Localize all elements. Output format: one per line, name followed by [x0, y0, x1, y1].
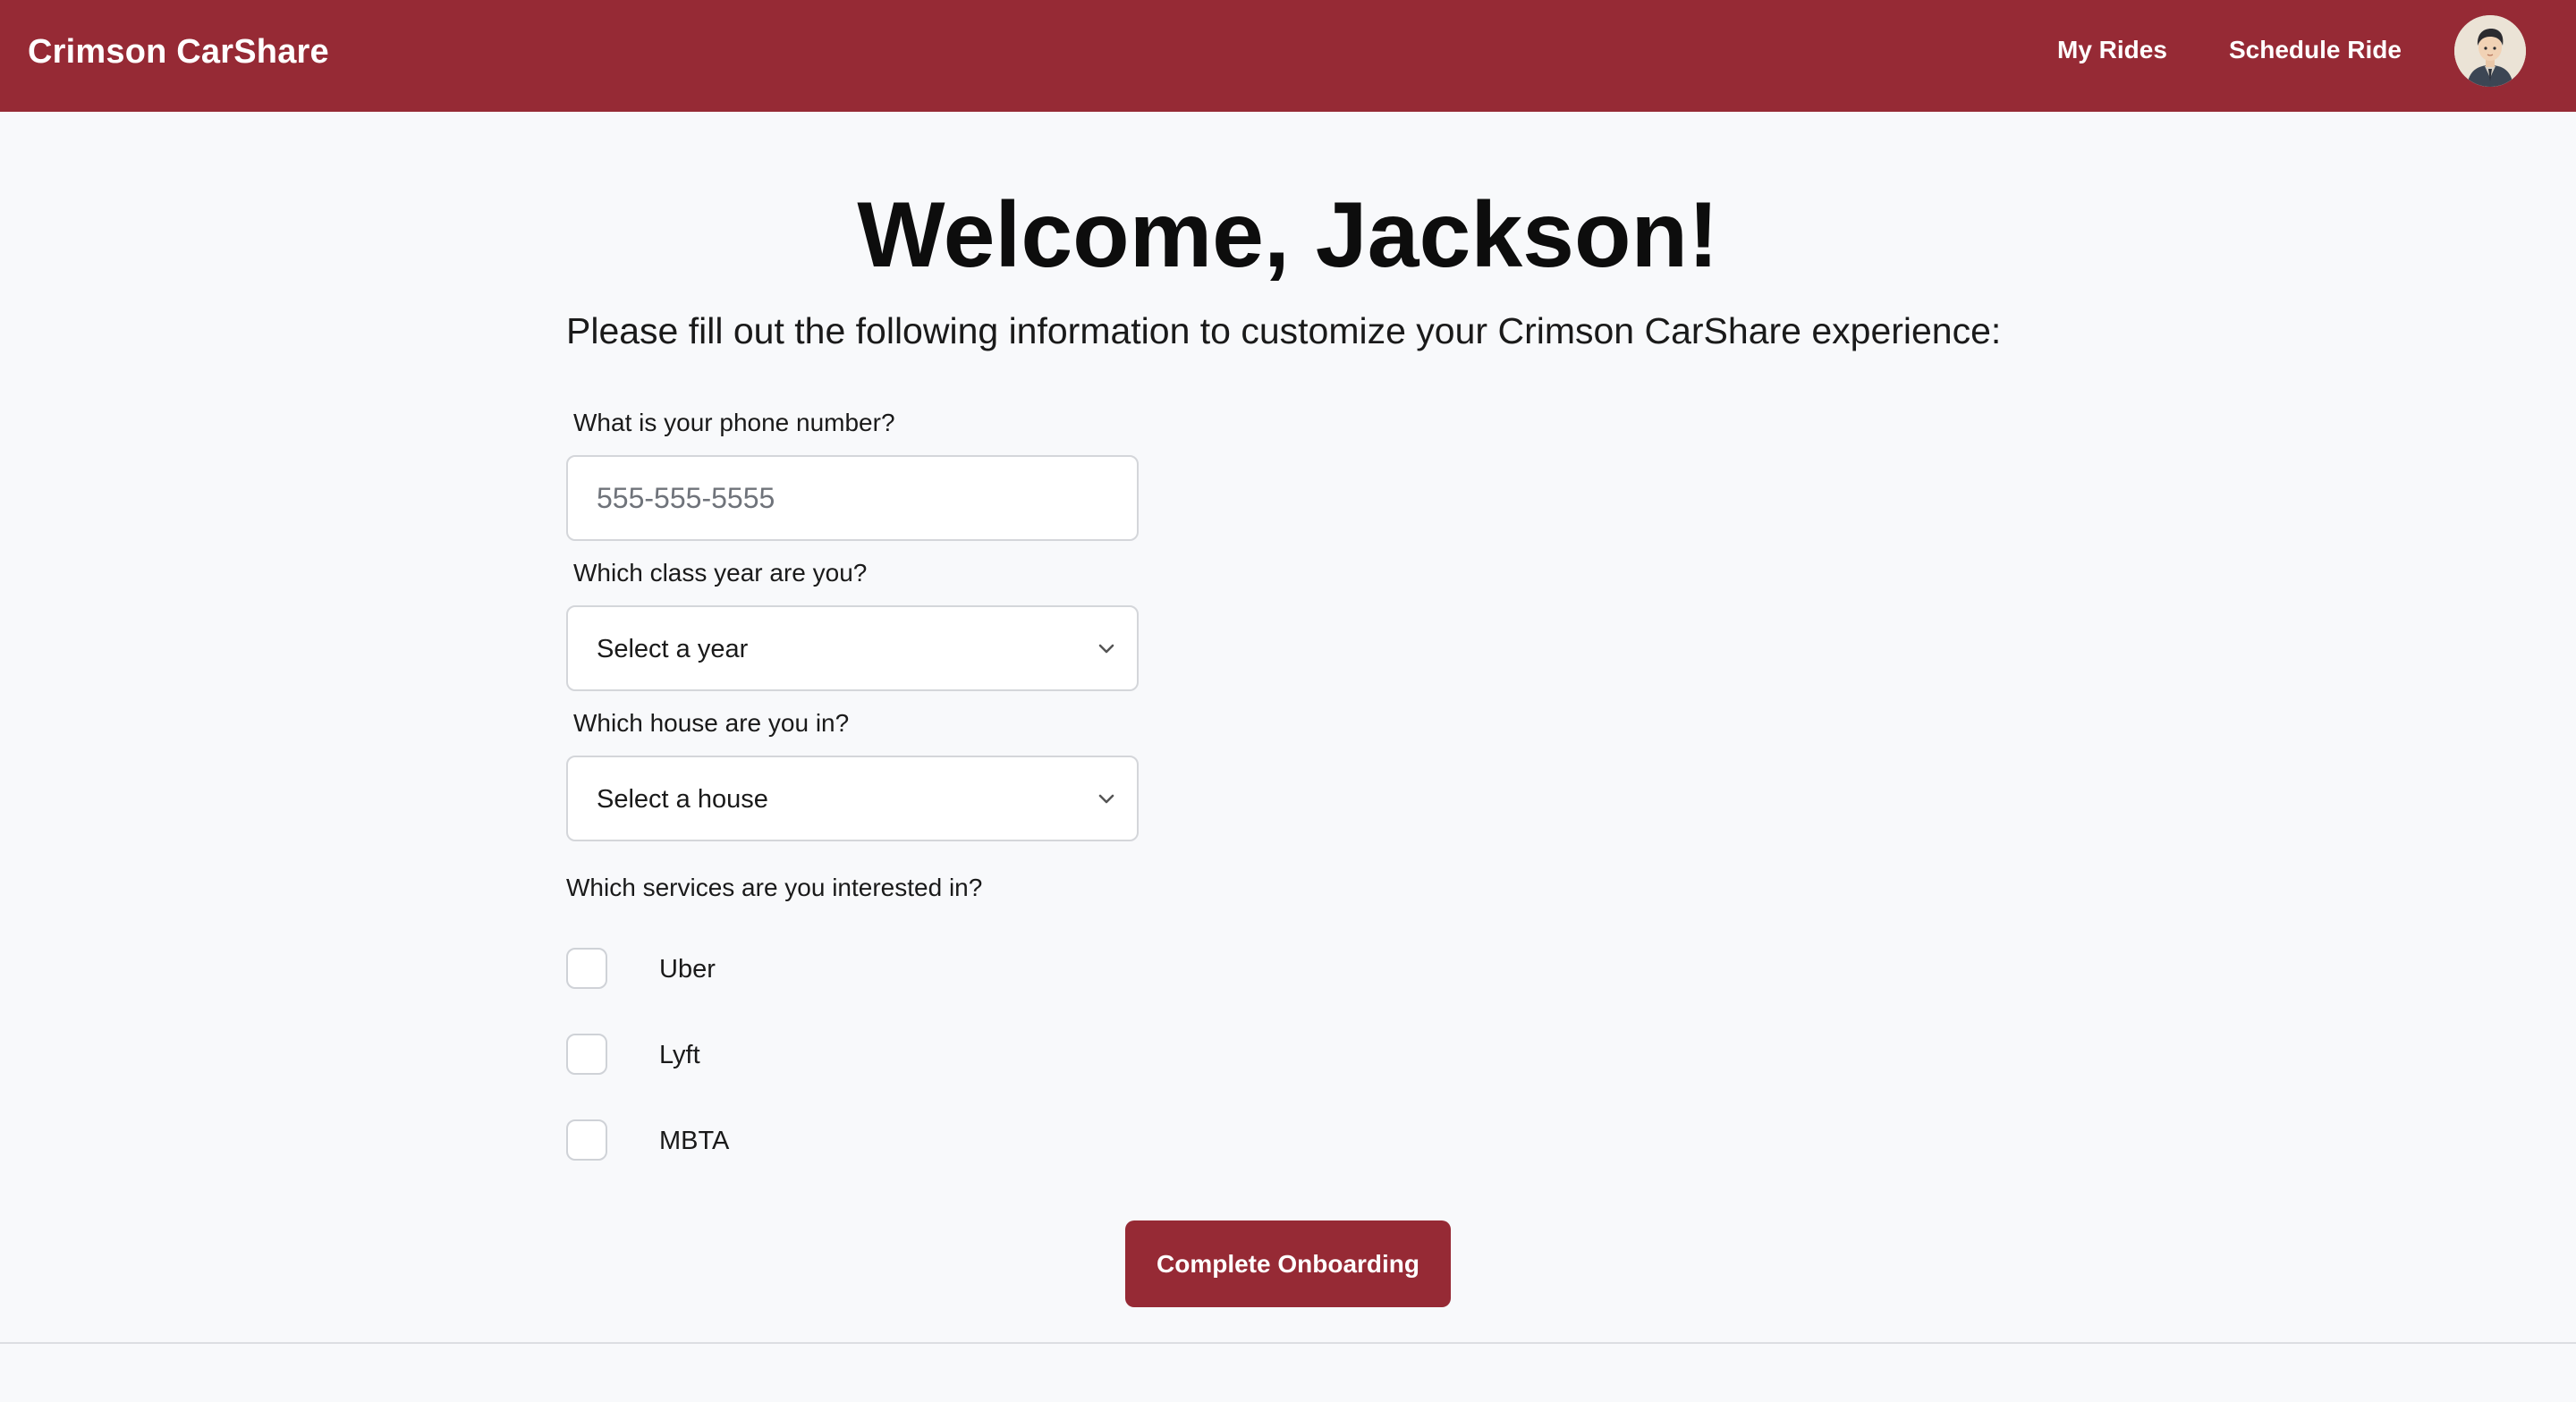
service-option-uber: Uber	[566, 948, 924, 992]
uber-checkbox-label[interactable]: Uber	[659, 952, 716, 986]
house-selected-value: Select a house	[597, 785, 768, 814]
house-label: Which house are you in?	[573, 709, 850, 737]
page-title: Welcome, Jackson!	[857, 183, 1719, 287]
uber-checkbox[interactable]	[566, 948, 607, 989]
navbar: Crimson CarShare My Rides Schedule Ride	[0, 0, 2576, 112]
lyft-checkbox-label[interactable]: Lyft	[659, 1038, 700, 1072]
complete-onboarding-button[interactable]: Complete Onboarding	[1125, 1220, 1451, 1307]
class-year-label: Which class year are you?	[573, 559, 868, 587]
brand-logo-link[interactable]: Crimson CarShare	[28, 30, 329, 74]
class-year-selected-value: Select a year	[597, 635, 749, 663]
house-select[interactable]: Select a house	[566, 756, 1139, 841]
chevron-down-icon	[1098, 644, 1114, 654]
phone-label: What is your phone number?	[573, 409, 895, 436]
service-option-lyft: Lyft	[566, 1034, 924, 1078]
onboarding-main: Welcome, Jackson! Please fill out the fo…	[0, 112, 2576, 1341]
phone-input[interactable]	[566, 455, 1139, 541]
mbta-checkbox-label[interactable]: MBTA	[659, 1124, 729, 1158]
footer	[0, 1344, 2576, 1402]
user-avatar-icon[interactable]	[2454, 15, 2526, 87]
chevron-down-icon	[1098, 794, 1114, 804]
intro-text: Please fill out the following informatio…	[566, 310, 2002, 351]
service-option-mbta: MBTA	[566, 1119, 924, 1164]
lyft-checkbox[interactable]	[566, 1034, 607, 1075]
avatar-illustration	[2454, 15, 2526, 87]
class-year-select[interactable]: Select a year	[566, 605, 1139, 691]
nav-link-schedule-ride[interactable]: Schedule Ride	[2229, 32, 2402, 68]
mbta-checkbox[interactable]	[566, 1119, 607, 1161]
services-label: Which services are you interested in?	[566, 874, 983, 901]
nav-link-my-rides[interactable]: My Rides	[2057, 32, 2167, 68]
